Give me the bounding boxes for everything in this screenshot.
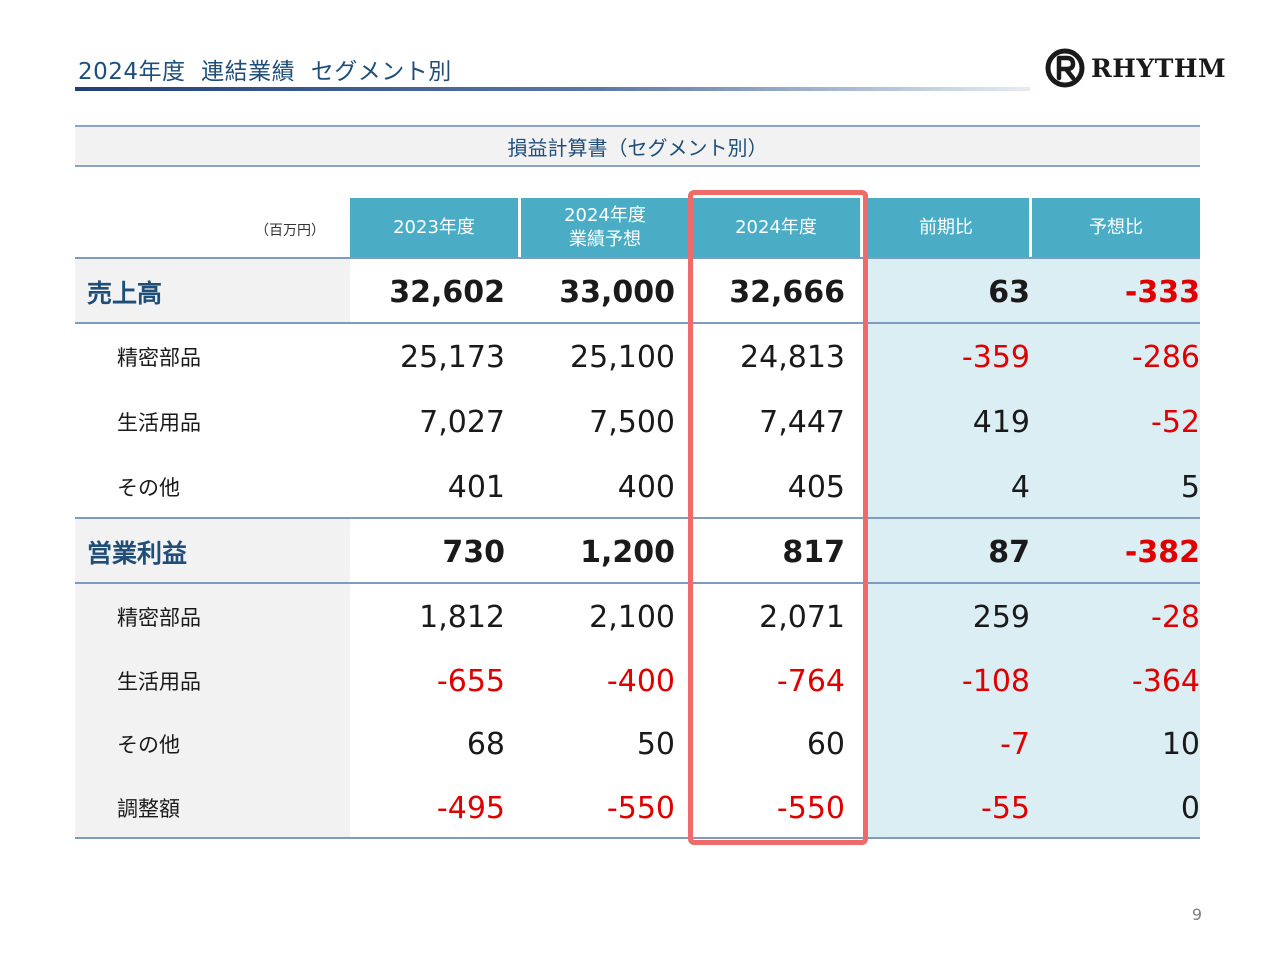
value-cell: -382 bbox=[1124, 534, 1200, 570]
row-label: その他 bbox=[117, 733, 180, 757]
value-cell: 7,447 bbox=[759, 404, 845, 440]
value-cell: -495 bbox=[436, 790, 505, 826]
title-underline bbox=[75, 87, 1030, 91]
table-row: 精密部品 25,173 25,100 24,813 -359 -286 bbox=[75, 325, 1200, 389]
row-label: 精密部品 bbox=[117, 346, 201, 370]
value-cell: 5 bbox=[1180, 469, 1200, 505]
column-header-yoy: 前期比 bbox=[863, 198, 1029, 258]
value-cell: 68 bbox=[466, 726, 505, 762]
unit-label: （百万円） bbox=[255, 223, 325, 239]
company-logo: RHYTHM bbox=[1045, 46, 1226, 90]
value-cell: 60 bbox=[806, 726, 845, 762]
row-label: 生活用品 bbox=[117, 411, 201, 435]
value-cell: 87 bbox=[988, 534, 1030, 570]
value-cell: -52 bbox=[1151, 404, 1200, 440]
value-cell: -550 bbox=[776, 790, 845, 826]
table-row: その他 68 50 60 -7 10 bbox=[75, 712, 1200, 776]
value-cell: 50 bbox=[636, 726, 675, 762]
value-cell: -655 bbox=[436, 663, 505, 699]
row-label: 生活用品 bbox=[117, 670, 201, 694]
value-cell: -28 bbox=[1151, 599, 1200, 635]
table-row-sales: 売上高 32,602 33,000 32,666 63 -333 bbox=[75, 260, 1200, 324]
value-cell: 4 bbox=[1010, 469, 1030, 505]
column-header-2024-actual: 2024年度 bbox=[692, 198, 860, 258]
value-cell: 405 bbox=[787, 469, 845, 505]
value-cell: 25,100 bbox=[570, 339, 675, 375]
value-cell: -364 bbox=[1131, 663, 1200, 699]
value-cell: -7 bbox=[1000, 726, 1030, 762]
value-cell: 7,500 bbox=[589, 404, 675, 440]
value-cell: 419 bbox=[972, 404, 1030, 440]
table-row: 精密部品 1,812 2,100 2,071 259 -28 bbox=[75, 585, 1200, 649]
table-row: 生活用品 -655 -400 -764 -108 -364 bbox=[75, 649, 1200, 713]
value-cell: -286 bbox=[1131, 339, 1200, 375]
value-cell: 33,000 bbox=[559, 274, 675, 310]
value-cell: 1,200 bbox=[580, 534, 675, 570]
value-cell: 63 bbox=[988, 274, 1030, 310]
value-cell: 32,602 bbox=[389, 274, 505, 310]
column-header-2023: 2023年度 bbox=[350, 198, 518, 258]
row-label: その他 bbox=[117, 476, 180, 500]
slide: 2024年度 連結業績 セグメント別 RHYTHM 損益計算書（セグメント別） … bbox=[0, 0, 1280, 960]
table-row: 調整額 -495 -550 -550 -55 0 bbox=[75, 776, 1200, 840]
value-cell: -550 bbox=[606, 790, 675, 826]
page-number: 9 bbox=[1191, 905, 1202, 924]
value-cell: 730 bbox=[442, 534, 505, 570]
table-row: その他 401 400 405 4 5 bbox=[75, 455, 1200, 519]
table-row-operating-income: 営業利益 730 1,200 817 87 -382 bbox=[75, 520, 1200, 584]
value-cell: 32,666 bbox=[729, 274, 845, 310]
column-header-vs-forecast: 予想比 bbox=[1032, 198, 1200, 258]
row-label: 売上高 bbox=[87, 279, 163, 308]
logo-wordmark: RHYTHM bbox=[1091, 53, 1227, 83]
rhythm-logo-icon bbox=[1045, 48, 1085, 88]
value-cell: 2,071 bbox=[759, 599, 845, 635]
table-row: 生活用品 7,027 7,500 7,447 419 -52 bbox=[75, 390, 1200, 454]
value-cell: 25,173 bbox=[400, 339, 505, 375]
table-rule bbox=[75, 257, 1200, 259]
value-cell: 1,812 bbox=[419, 599, 505, 635]
value-cell: 817 bbox=[782, 534, 845, 570]
value-cell: -55 bbox=[981, 790, 1030, 826]
value-cell: 401 bbox=[447, 469, 505, 505]
value-cell: 7,027 bbox=[419, 404, 505, 440]
row-label: 調整額 bbox=[117, 797, 180, 821]
value-cell: -333 bbox=[1124, 274, 1200, 310]
value-cell: -764 bbox=[776, 663, 845, 699]
row-label: 精密部品 bbox=[117, 606, 201, 630]
row-label: 営業利益 bbox=[87, 539, 188, 568]
page-title: 2024年度 連結業績 セグメント別 bbox=[78, 59, 452, 85]
value-cell: -108 bbox=[961, 663, 1030, 699]
column-header-2024-forecast: 2024年度 業績予想 bbox=[521, 198, 689, 258]
value-cell: 259 bbox=[972, 599, 1030, 635]
section-heading: 損益計算書（セグメント別） bbox=[75, 125, 1200, 167]
value-cell: 0 bbox=[1180, 790, 1200, 826]
value-cell: -400 bbox=[606, 663, 675, 699]
value-cell: 400 bbox=[617, 469, 675, 505]
value-cell: -359 bbox=[961, 339, 1030, 375]
value-cell: 24,813 bbox=[740, 339, 845, 375]
value-cell: 10 bbox=[1161, 726, 1200, 762]
value-cell: 2,100 bbox=[589, 599, 675, 635]
